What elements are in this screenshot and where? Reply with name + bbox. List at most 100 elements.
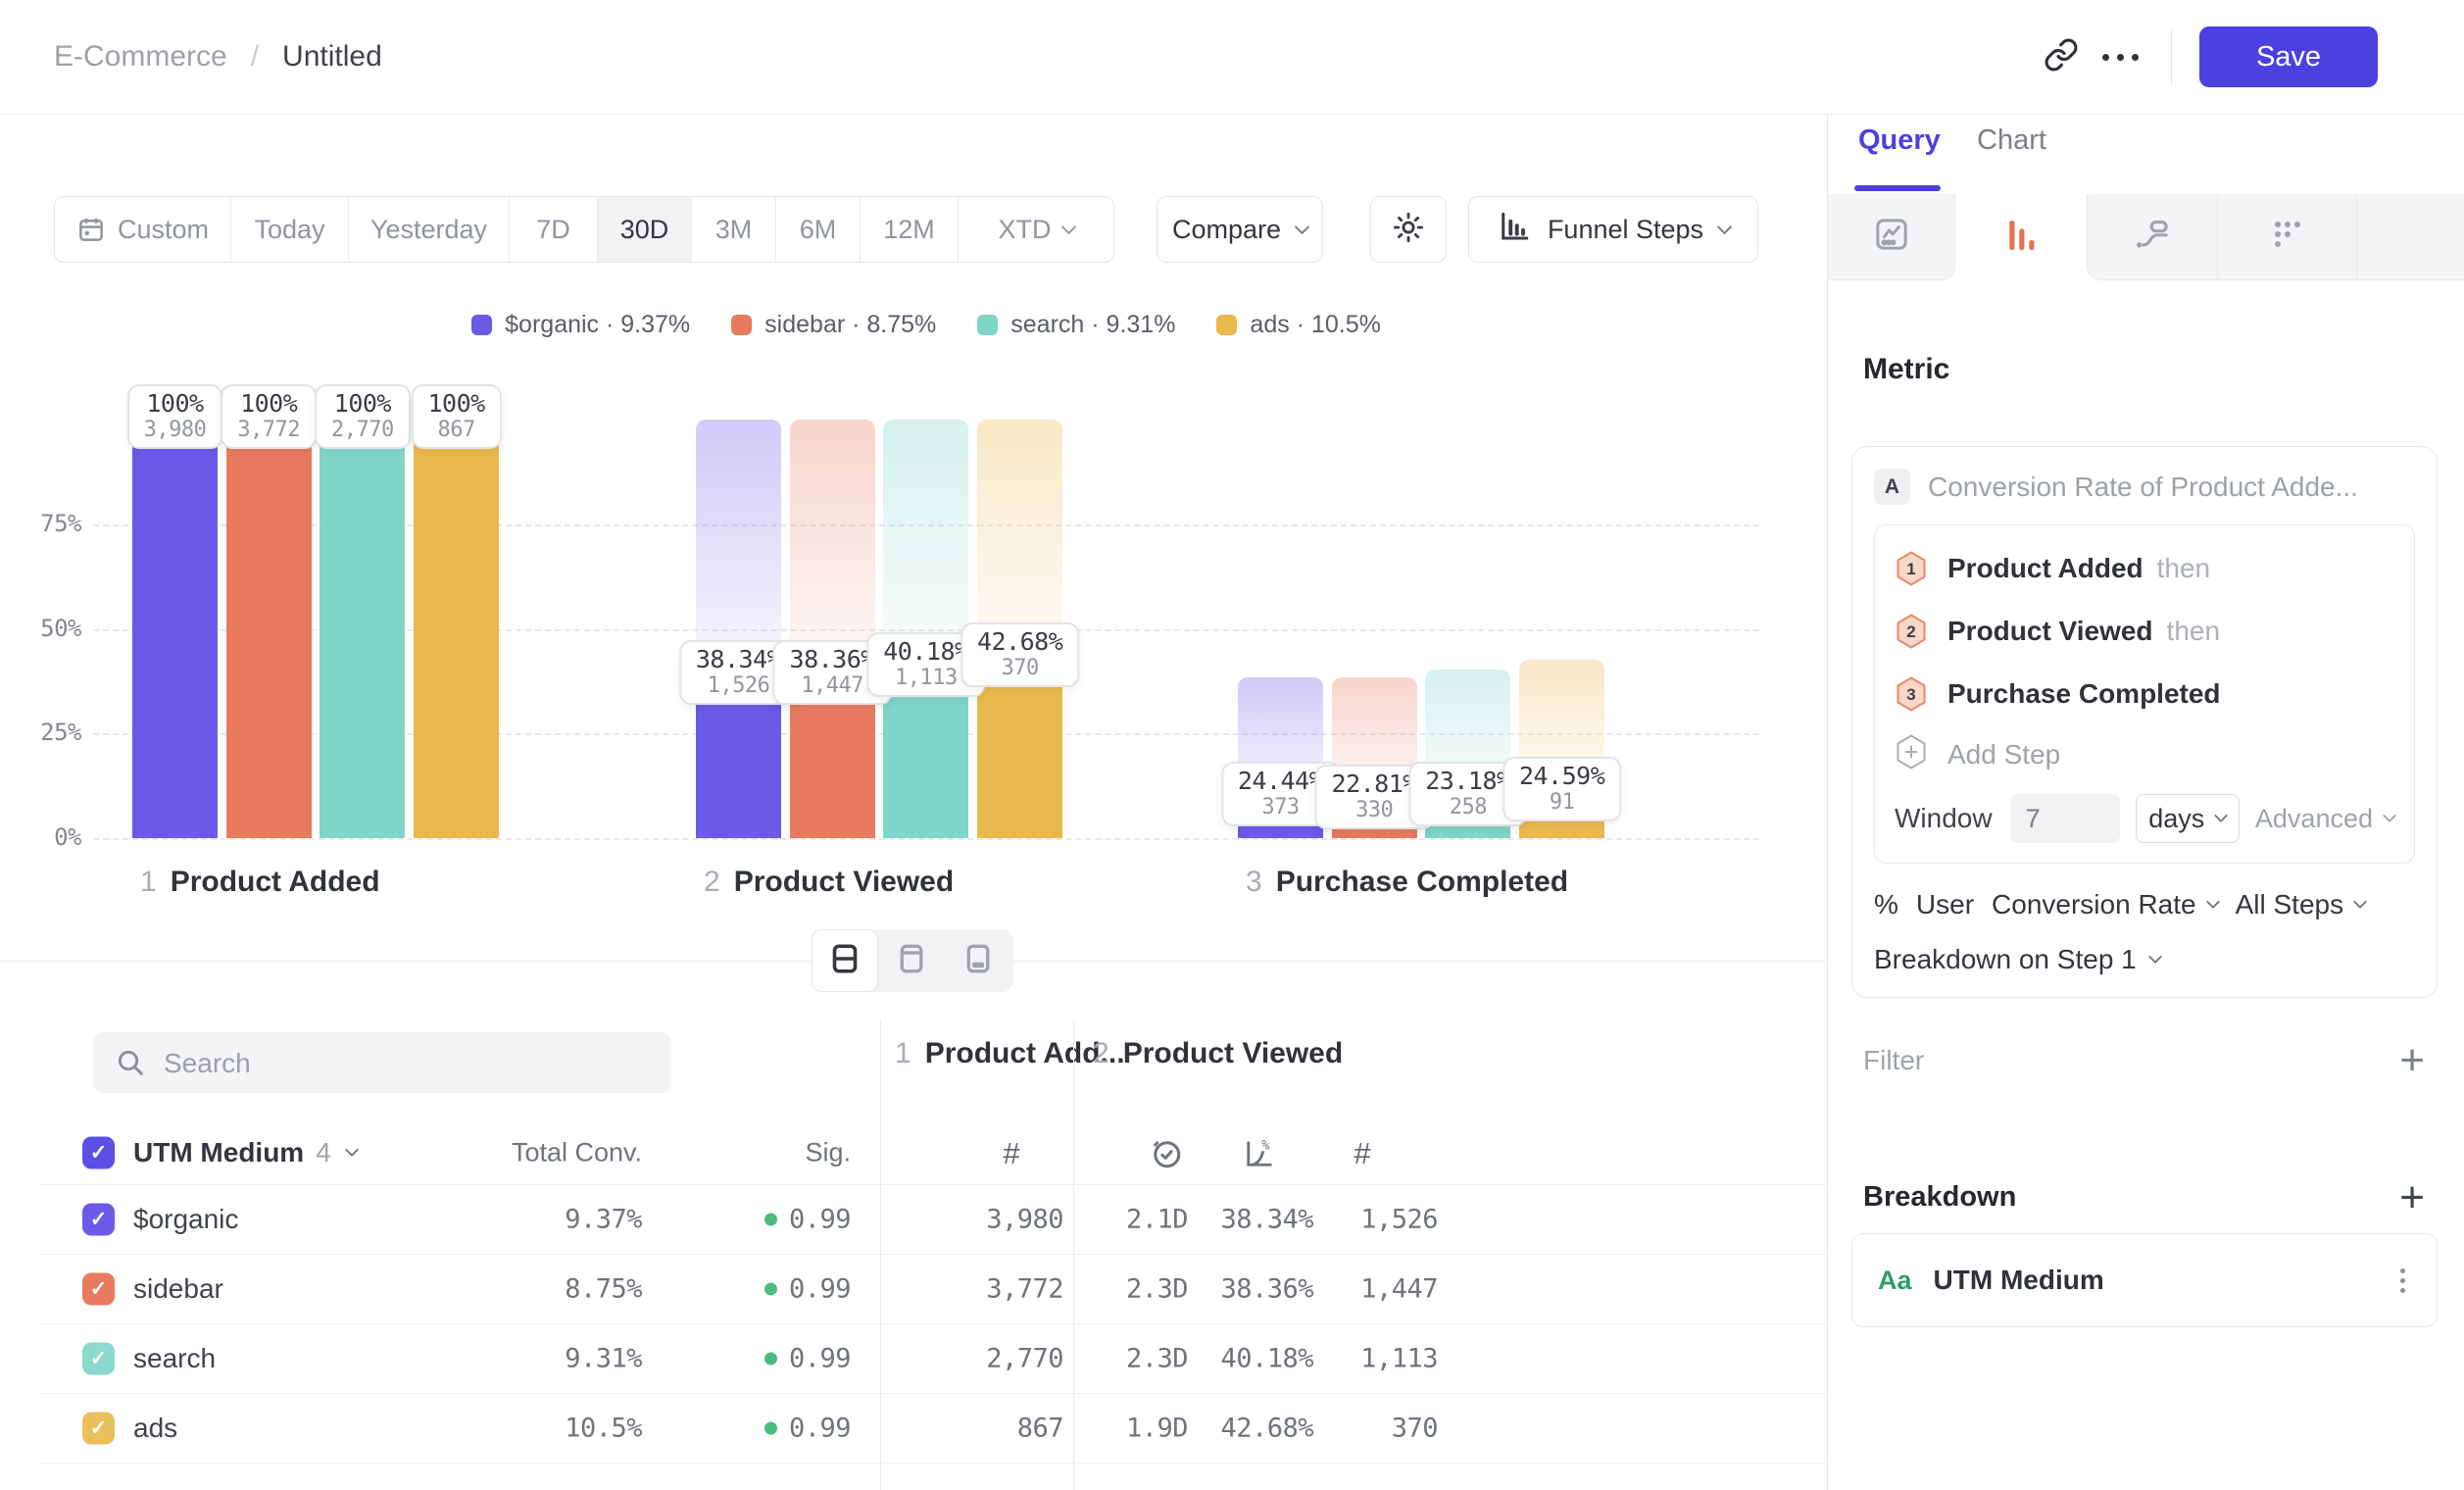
chart-settings-button[interactable] [1370,196,1447,263]
breadcrumb-title[interactable]: Untitled [282,40,382,74]
measurement-entity[interactable]: User [1916,889,1974,920]
funnel-bar-sidebar-step2[interactable] [790,420,875,838]
measurement-metric-dropdown[interactable]: Conversion Rate [1992,889,2218,920]
report-type-retention[interactable] [2218,194,2357,280]
search-input[interactable] [162,1032,646,1095]
row-checkbox[interactable]: ✓ [82,1273,115,1306]
breadcrumb-project[interactable]: E-Commerce [54,40,227,74]
funnel-bar-ads-step1[interactable] [414,420,499,838]
report-type-flows[interactable] [2087,194,2218,280]
row-step2-time: 2.3D [1126,1274,1188,1305]
measurement-scope-dropdown[interactable]: All Steps [2236,889,2366,920]
funnel-bar-search-step2[interactable] [883,420,968,838]
layout-panel-top-button[interactable] [878,929,945,992]
measurement-scope-label: All Steps [2236,889,2344,920]
range-30d[interactable]: 30D [598,197,692,262]
window-unit-dropdown[interactable]: days [2136,794,2240,843]
total-conv-header[interactable]: Total Conv. [512,1138,642,1168]
chevron-down-icon [1717,219,1733,234]
legend-item-search[interactable]: search · 9.31% [977,311,1175,339]
compare-button[interactable]: Compare [1157,196,1323,263]
tab-query[interactable]: Query [1858,124,1941,157]
range-12m[interactable]: 12M [861,197,959,262]
step-number: 2 [704,866,720,899]
step-number: 2 [1093,1037,1109,1070]
retention-icon [2268,215,2307,259]
funnel-steps-icon [1497,209,1532,251]
legend-item-organic[interactable]: $organic · 9.37% [471,311,690,339]
legend-item-ads[interactable]: ads · 10.5% [1216,311,1380,339]
funnel-bar-search-step1[interactable] [320,420,405,838]
range-label: 3M [715,215,753,245]
funnel-steps-card: 1Product Addedthen2Product Viewedthen3Pu… [1874,524,2415,864]
table-row-ads[interactable]: ✓ads10.5%0.998671.9D42.68%370 [39,1394,1825,1464]
bar-count-label: 373 [1238,795,1323,820]
active-tab-underline [1854,185,1941,191]
layout-panel-bottom-button[interactable] [945,929,1011,992]
breakdown-column-header[interactable]: UTM Medium 4 [133,1137,357,1168]
share-link-button[interactable] [2032,27,2091,86]
breakdown-heading: Breakdown [1863,1181,2016,1214]
query-step-1[interactable]: 1Product Addedthen [1895,537,2394,600]
metric-title-row[interactable]: A Conversion Rate of Product Adde... [1874,469,2415,505]
step-name: Purchase Completed [1276,866,1568,899]
bar-count-label: 1,526 [696,673,781,698]
save-button[interactable]: Save [2199,26,2378,87]
step-then-suffix: then [2157,553,2211,584]
window-value-input[interactable] [2010,794,2120,843]
layout-split-horizontal-button[interactable] [812,929,878,992]
chevron-down-icon [2148,950,2162,964]
table-row-organic[interactable]: ✓$organic9.37%0.993,9802.1D38.34%1,526 [39,1185,1825,1255]
sig-dot-icon [764,1353,777,1366]
breakdown-on-step-dropdown[interactable]: Breakdown on Step 1 [1874,944,2415,975]
advanced-dropdown[interactable]: Advanced [2255,804,2394,834]
series-badge: A [1874,469,1910,505]
row-step1-count: 3,772 [986,1274,1063,1305]
sig-dot-icon [764,1283,777,1296]
funnel-bar-solid [414,420,499,838]
table-row-search[interactable]: ✓search9.31%0.992,7702.3D40.18%1,113 [39,1324,1825,1394]
row-name: $organic [133,1204,238,1235]
add-step-button[interactable]: Add Step [1895,725,2394,784]
funnel-bar-sidebar-step1[interactable] [226,420,312,838]
add-filter-button[interactable]: + [2399,1046,2425,1075]
range-today[interactable]: Today [231,197,349,262]
table-row-sidebar[interactable]: ✓sidebar8.75%0.993,7722.3D38.36%1,447 [39,1255,1825,1324]
table-step2-header[interactable]: 2 Product Viewed [1093,1037,1343,1070]
row-checkbox[interactable]: ✓ [82,1343,115,1375]
range-7d[interactable]: 7D [510,197,598,262]
table-step1-header[interactable]: 1 Product Add... [895,1037,1125,1070]
more-options-button[interactable] [2091,27,2149,86]
filter-heading: Filter [1863,1045,1924,1076]
legend-item-sidebar[interactable]: sidebar · 8.75% [731,311,936,339]
query-step-2[interactable]: 2Product Viewedthen [1895,600,2394,663]
row-step1-count: 2,770 [986,1344,1063,1374]
funnel-bar-organic-step2[interactable] [696,420,781,838]
funnel-bar-organic-step1[interactable] [132,420,218,838]
row-checkbox[interactable]: ✓ [82,1204,115,1236]
range-yesterday[interactable]: Yesterday [349,197,510,262]
layout-toggle-group [812,929,1013,992]
step-label: Product Viewed [1123,1037,1344,1070]
kebab-menu-icon[interactable] [2394,1263,2411,1299]
range-6m[interactable]: 6M [776,197,861,262]
tab-chart[interactable]: Chart [1977,124,2046,157]
range-3m[interactable]: 3M [692,197,776,262]
row-step2-count: 1,447 [1360,1274,1438,1305]
range-custom[interactable]: Custom [55,197,231,262]
row-checkbox[interactable]: ✓ [82,1413,115,1445]
add-breakdown-button[interactable]: + [2399,1183,2425,1213]
row-step2-time: 2.1D [1126,1205,1188,1235]
report-main-area: CustomTodayYesterday7D30D 3M 6M12MXTD Comp… [0,115,1826,1490]
insights-icon [1872,215,1911,259]
report-type-funnels[interactable] [1955,194,2087,280]
select-all-checkbox[interactable]: ✓ [82,1137,115,1169]
breadcrumb: E-Commerce / Untitled [54,0,382,114]
chart-type-selector[interactable]: Funnel Steps [1468,196,1758,263]
legend-swatch [731,315,752,335]
report-type-insights[interactable] [1828,194,1955,280]
query-step-3[interactable]: 3Purchase Completed [1895,663,2394,725]
range-xtd[interactable]: XTD [959,197,1113,262]
breakdown-item[interactable]: Aa UTM Medium [1851,1233,2438,1327]
sig-header[interactable]: Sig. [805,1138,851,1168]
